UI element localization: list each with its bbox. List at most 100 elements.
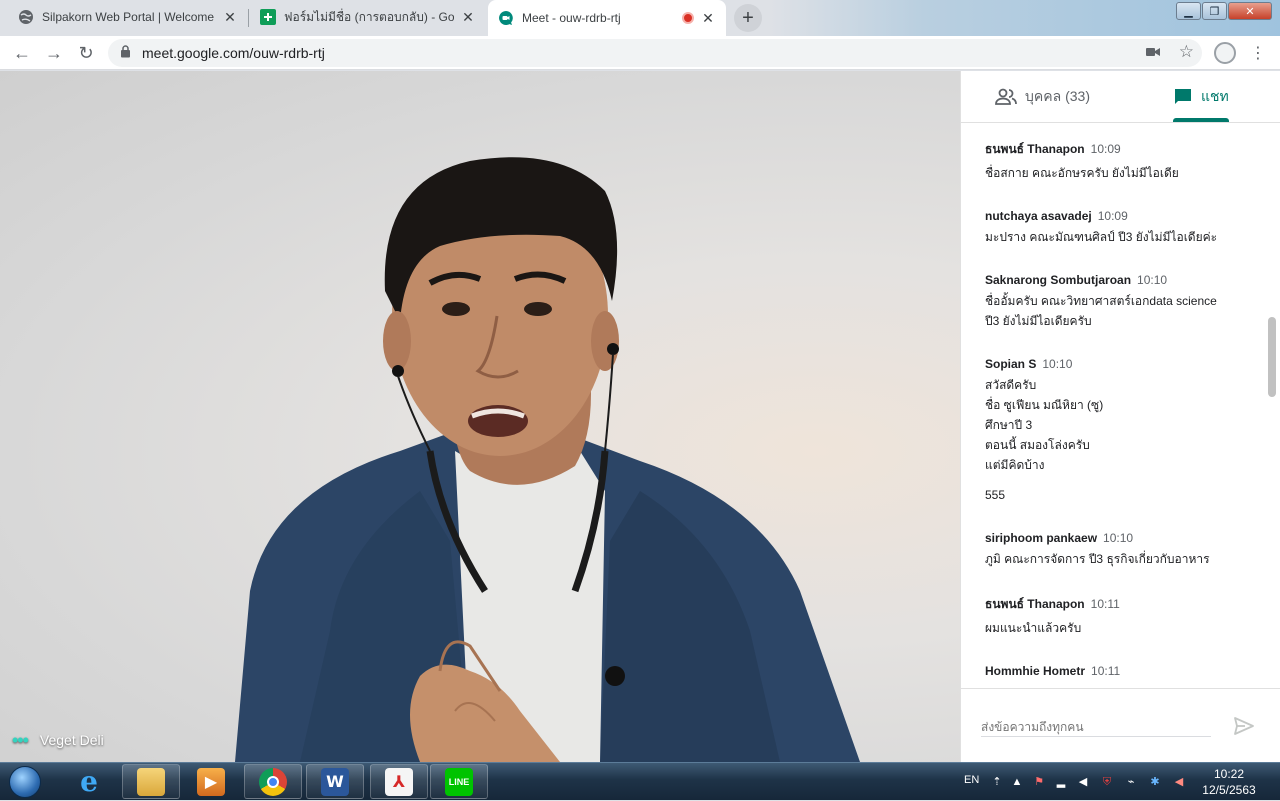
media-player-icon: ▶ [197, 767, 225, 796]
message-text: ศึกษาปี 3 [985, 418, 1033, 432]
new-tab-button[interactable]: + [734, 4, 762, 32]
message-text: ผมแนะนำแล้วครับ [985, 621, 1082, 635]
message-text: ชื่อสกาย คณะอักษรครับ ยังไม่มีไอเดีย [985, 166, 1179, 180]
message-time: 10:11 [1091, 664, 1121, 678]
message-time: 10:10 [1137, 273, 1168, 287]
chat-message-input[interactable] [981, 717, 1211, 737]
message-text: มะปราง คณะมัณฑนศิลป์ ปี3 ยังไม่มีไอเดียค… [985, 230, 1218, 244]
profile-avatar-icon[interactable] [1214, 42, 1236, 64]
message-text: ภูมิ คณะการจัดการ ปี3 ธุรกิจเกี่ยวกับอาห… [985, 552, 1210, 566]
maximize-button[interactable]: ❐ [1202, 2, 1227, 20]
minimize-button[interactable]: ▁ [1176, 2, 1201, 20]
google-sheets-icon [260, 9, 276, 25]
taskbar-internet-explorer[interactable]: e [60, 764, 118, 799]
message-sender: ธนพนธ์ Thanapon [985, 142, 1085, 156]
network-signal-icon[interactable]: ▂ [1054, 775, 1068, 789]
chat-scrollbar[interactable] [1268, 317, 1276, 397]
taskbar-acrobat[interactable]: ⅄ [370, 764, 428, 799]
message-text: สวัสดีครับ [985, 378, 1037, 392]
more-menu-icon[interactable]: ⋮ [1250, 41, 1266, 65]
back-arrow-icon[interactable]: ← [10, 41, 34, 65]
taskbar-word[interactable]: W [306, 764, 364, 799]
bookmark-star-icon[interactable]: ☆ [1179, 42, 1194, 62]
show-hidden-icons-icon[interactable]: ▲ [1010, 775, 1024, 789]
chat-tab-label: แชท [1201, 88, 1229, 104]
audio-level-icon: ••• [12, 730, 29, 750]
power-plug-icon[interactable]: ⌁ [1124, 775, 1138, 789]
chat-message: ธนพนธ์ Thanapon 10:11 ผมแนะนำแล้วครับ [961, 569, 1280, 638]
windows-taskbar: e ▶ W ⅄ LINE EN ⇡ ▲ ⚑ ▂ ◀ ⛨ ⌁ ✱ ◀ 10:22 … [0, 762, 1280, 800]
chat-message: ธนพนธ์ Thanapon 10:09 ชื่อสกาย คณะอักษรคร… [961, 124, 1280, 183]
chrome-icon [259, 767, 287, 796]
start-button[interactable] [4, 764, 46, 800]
tab-title: ฟอร์มไม่มีชื่อ (การตอบกลับ) - Google [284, 9, 454, 24]
tab-people[interactable]: บุคคล (33) [995, 71, 1090, 123]
close-tab-icon[interactable]: ✕ [222, 9, 238, 25]
reload-icon[interactable]: ↻ [74, 41, 98, 65]
message-sender: siriphoom pankaew [985, 531, 1098, 545]
message-text: ชื่ออั้มครับ คณะวิทยาศาสตร์เอกdata scien… [985, 294, 1217, 308]
folder-icon [137, 767, 165, 796]
tab-title: Meet - ouw-rdrb-rtj [522, 11, 621, 25]
system-clock[interactable]: 10:22 12/5/2563 [1194, 766, 1264, 798]
people-tab-label: บุคคล (33) [1025, 88, 1090, 104]
message-text: แต่มีคิดบ้าง [985, 458, 1045, 472]
taskbar-media-player[interactable]: ▶ [182, 764, 240, 799]
acrobat-icon: ⅄ [385, 767, 413, 796]
chat-composer [961, 688, 1280, 762]
message-sender: nutchaya asavadej [985, 209, 1092, 223]
url-text: meet.google.com/ouw-rdrb-rtj [142, 45, 325, 61]
line-icon: LINE [445, 767, 473, 796]
participant-video-image [235, 157, 860, 762]
action-center-flag-icon[interactable]: ⚑ [1032, 775, 1046, 789]
message-sender: Sopian S [985, 357, 1037, 371]
message-time: 10:10 [1042, 357, 1073, 371]
send-icon[interactable] [1233, 715, 1255, 737]
message-text: 555 [985, 488, 1006, 502]
chat-message: Hommhie Hometr 10:11 [961, 638, 1280, 678]
bluetooth-icon[interactable]: ✱ [1148, 775, 1162, 789]
recording-indicator-icon [682, 12, 694, 24]
word-icon: W [321, 767, 349, 796]
message-sender: Saknarong Sombutjaroan [985, 273, 1132, 287]
system-tray: EN ⇡ ▲ ⚑ ▂ ◀ ⛨ ⌁ ✱ ◀ 10:22 12/5/2563 [958, 763, 1280, 801]
message-sender: ธนพนธ์ Thanapon [985, 597, 1085, 611]
tab-meet[interactable]: Meet - ouw-rdrb-rtj ✕ [488, 0, 726, 36]
browser-toolbar: ← → ↻ meet.google.com/ouw-rdrb-rtj ☆ ⋮ [0, 36, 1280, 70]
message-time: 10:11 [1090, 597, 1120, 611]
taskbar-line[interactable]: LINE [430, 764, 488, 799]
participant-name: Veget Deli [39, 732, 104, 748]
windows-logo-icon [9, 766, 41, 798]
clock-time: 10:22 [1213, 767, 1245, 781]
globe-icon [18, 9, 34, 25]
input-method-icon[interactable]: ⇡ [990, 775, 1004, 789]
volume-icon[interactable]: ◀ [1172, 775, 1186, 789]
google-meet-icon [498, 10, 514, 26]
taskbar-chrome[interactable] [244, 764, 302, 799]
lock-icon [120, 45, 136, 61]
antivirus-shield-icon[interactable]: ⛨ [1100, 775, 1114, 789]
address-bar[interactable]: meet.google.com/ouw-rdrb-rtj ☆ [108, 39, 1202, 67]
close-tab-icon[interactable]: ✕ [700, 10, 716, 26]
close-tab-icon[interactable]: ✕ [460, 9, 476, 25]
active-tab-indicator [1173, 118, 1229, 122]
mute-speaker-icon[interactable]: ◀ [1076, 775, 1090, 789]
camera-in-use-icon[interactable] [1146, 45, 1160, 61]
language-indicator[interactable]: EN [964, 774, 979, 786]
panel-tabs: บุคคล (33) แชท [961, 71, 1280, 123]
tab-strip: Silpakorn Web Portal | Welcome ✕ ฟอร์มไม… [0, 0, 1280, 36]
chat-message-list[interactable]: ธนพนธ์ Thanapon 10:09 ชื่อสกาย คณะอักษรคร… [961, 124, 1280, 687]
message-text: ปี3 ยังไม่มีไอเดียครับ [985, 314, 1092, 328]
tab-silpakorn-portal[interactable]: Silpakorn Web Portal | Welcome ✕ [8, 0, 248, 34]
message-time: 10:09 [1090, 142, 1121, 156]
chat-message: nutchaya asavadej 10:09 มะปราง คณะมัณฑนศิ… [961, 183, 1280, 247]
tab-google-form[interactable]: ฟอร์มไม่มีชื่อ (การตอบกลับ) - Google ✕ [250, 0, 486, 34]
message-text: ตอนนี้ สมองโล่งครับ [985, 438, 1090, 452]
window-close-button[interactable]: ✕ [1228, 2, 1272, 20]
tab-chat[interactable]: แชท [1173, 71, 1229, 123]
taskbar-file-explorer[interactable] [122, 764, 180, 799]
clock-date: 12/5/2563 [1202, 783, 1256, 797]
message-time: 10:10 [1103, 531, 1134, 545]
internet-explorer-icon: e [80, 765, 98, 798]
forward-arrow-icon[interactable]: → [42, 41, 66, 65]
